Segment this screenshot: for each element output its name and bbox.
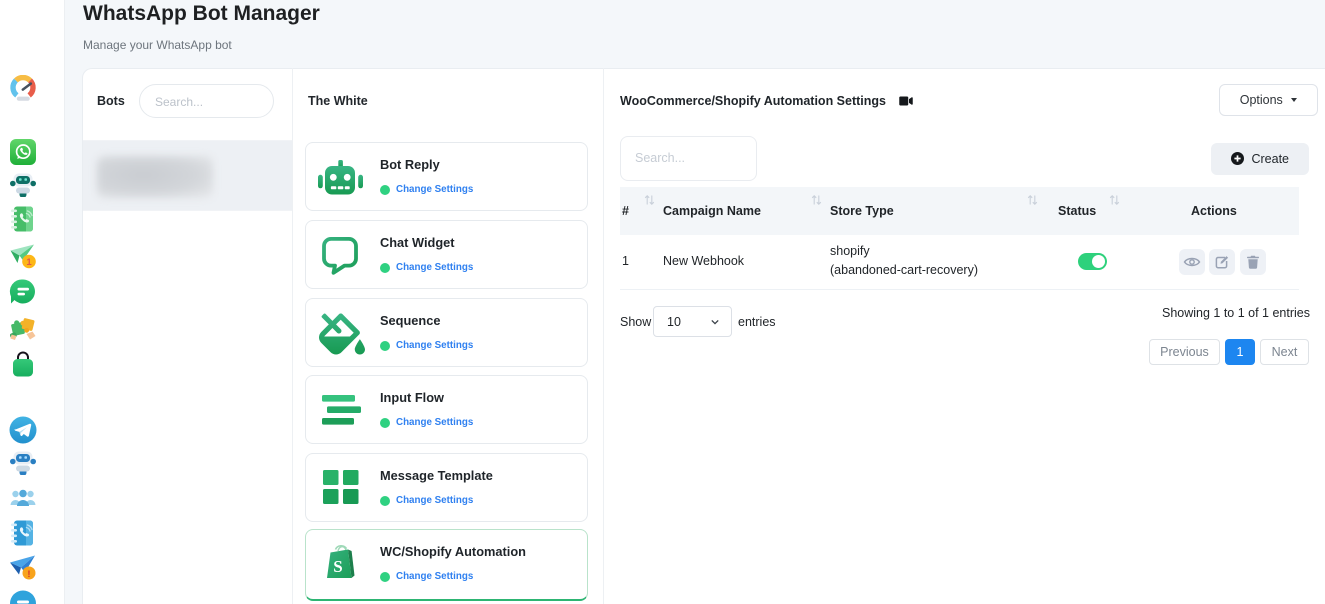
svg-text:S: S: [333, 557, 342, 576]
svg-text:!: !: [27, 569, 30, 580]
svg-text:1: 1: [26, 257, 32, 268]
